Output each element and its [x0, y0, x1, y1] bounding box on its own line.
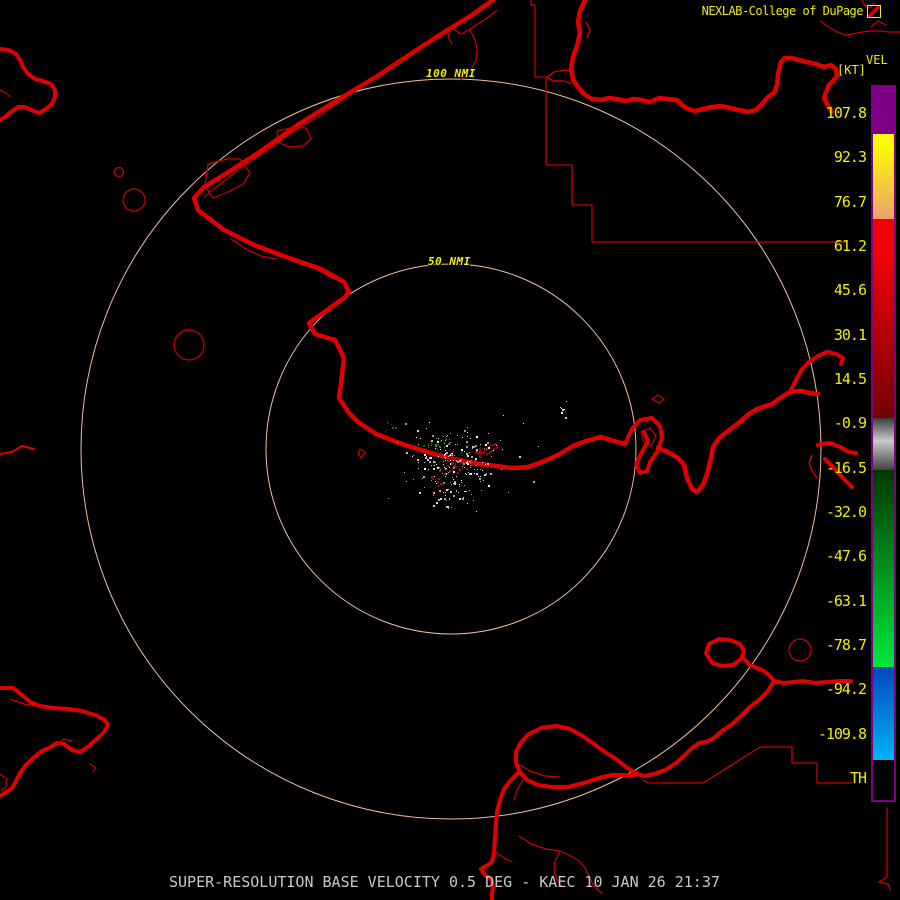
map-detail-path	[585, 21, 591, 39]
colorbar-unit-label: VEL	[866, 53, 888, 67]
colorbar-tick: 30.1	[833, 326, 867, 344]
colorbar-tick: 92.3	[833, 148, 867, 166]
colorbar-tick: -94.2	[825, 680, 867, 698]
map-detail-path	[513, 779, 524, 801]
colorbar-tick: 45.6	[833, 281, 867, 299]
map-detail-path	[89, 763, 97, 773]
status-bar: SUPER-RESOLUTION BASE VELOCITY 0.5 DEG -…	[169, 873, 720, 891]
colorbar-segment	[873, 441, 894, 470]
colorbar-segment	[873, 470, 894, 667]
velocity-colorbar	[871, 85, 896, 802]
colorbar-tick: -109.8	[817, 725, 867, 743]
map-detail-path	[495, 851, 513, 863]
range-ring-label-50nmi: 50 NMI	[428, 255, 471, 268]
map-detail-path	[878, 807, 891, 891]
nexlab-logo-icon	[867, 4, 881, 18]
map-island-circle	[173, 329, 205, 361]
echo-cluster-red-lower	[430, 470, 446, 493]
colorbar-tick: -63.1	[825, 592, 867, 610]
colorbar-tick: 76.7	[833, 193, 867, 211]
site-title-text: NEXLAB-College of DuPage	[701, 4, 864, 18]
coastline-path	[0, 47, 57, 122]
colorbar-segment	[873, 87, 894, 134]
map-island-circle	[113, 166, 125, 178]
map-detail-path	[808, 454, 818, 479]
colorbar-tick: 14.5	[833, 370, 867, 388]
coastline-path	[514, 724, 639, 789]
site-title: NEXLAB-College of DuPage	[702, 4, 881, 18]
colorbar-segment	[873, 760, 894, 800]
range-ring-100nmi	[80, 78, 822, 820]
range-ring-50nmi	[265, 263, 637, 635]
echo-cluster-white-right	[560, 401, 567, 419]
coastline-path	[0, 445, 35, 455]
radar-map	[0, 0, 900, 900]
map-detail-path	[204, 9, 498, 198]
map-island-circle	[122, 188, 146, 212]
colorbar-tick: -16.5	[825, 459, 867, 477]
colorbar-segment	[873, 142, 894, 219]
coastline-path	[623, 416, 664, 475]
map-detail-path	[357, 448, 366, 459]
colorbar-tick: -78.7	[825, 636, 867, 654]
colorbar-segment	[873, 219, 894, 258]
colorbar-segment	[873, 667, 894, 760]
coastline-path	[655, 388, 821, 495]
coastline-path	[0, 686, 110, 798]
colorbar-segment	[873, 258, 894, 418]
colorbar-tick: 107.8	[825, 104, 867, 122]
echo-cluster-green-left	[385, 421, 397, 432]
map-detail-path	[0, 89, 11, 98]
map-detail-path	[0, 773, 8, 792]
radar-display: 100 NMI 50 NMI NEXLAB-College of DuPage …	[0, 0, 900, 900]
colorbar-segment	[873, 134, 894, 142]
colorbar-tick: -32.0	[825, 503, 867, 521]
colorbar-unit-bracket: [KT]	[837, 63, 866, 77]
map-detail-path	[870, 20, 887, 28]
map-detail-path	[819, 20, 900, 36]
colorbar-tick: -47.6	[825, 547, 867, 565]
coastline-path	[704, 637, 746, 668]
range-ring-label-100nmi: 100 NMI	[426, 67, 476, 80]
colorbar-segment	[873, 418, 894, 441]
colorbar-tick: 61.2	[833, 237, 867, 255]
colorbar-tick: -0.9	[833, 414, 867, 432]
echo-cluster-green-band	[423, 438, 454, 450]
colorbar-tick: TH	[849, 769, 867, 787]
coastline-path	[816, 441, 858, 455]
map-island-circle	[788, 638, 812, 662]
coastline-path	[635, 679, 776, 778]
map-detail-path	[651, 394, 665, 404]
